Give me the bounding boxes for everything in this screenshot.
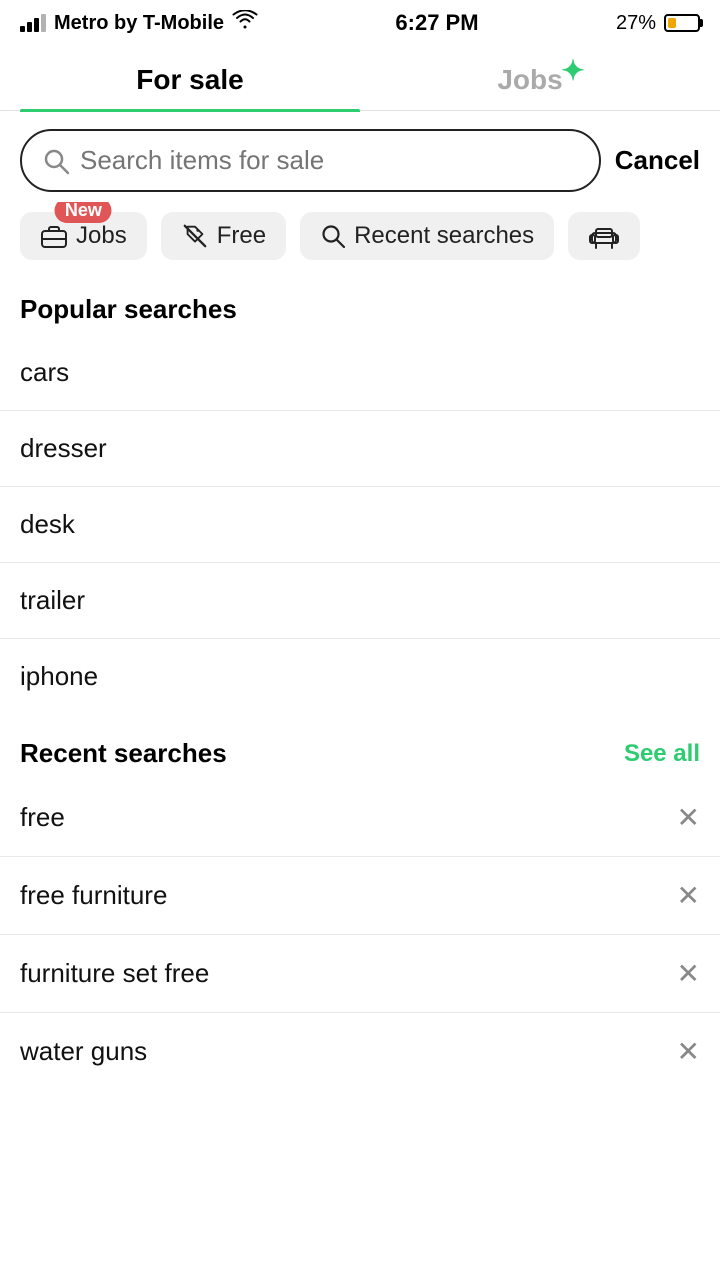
new-badge: New (55, 202, 112, 223)
sparkle-icon: ✦ (561, 54, 584, 87)
popular-searches-title: Popular searches (0, 270, 720, 335)
search-icon (42, 147, 70, 175)
tab-jobs[interactable]: Jobs ✦ (360, 46, 700, 110)
popular-search-cars[interactable]: cars (0, 335, 720, 411)
chip-recent-label: Recent searches (354, 222, 534, 250)
remove-furniture-set-free-button[interactable]: ✕ (677, 957, 700, 990)
status-bar: Metro by T-Mobile 6:27 PM 27% (0, 0, 720, 42)
popular-search-iphone[interactable]: iphone (0, 639, 720, 714)
chip-jobs[interactable]: New Jobs (20, 212, 147, 260)
popular-search-desk[interactable]: desk (0, 487, 720, 563)
wifi-icon (232, 10, 258, 36)
tab-for-sale[interactable]: For sale (20, 46, 360, 110)
status-right: 27% (616, 12, 700, 35)
recent-search-free[interactable]: free ✕ (0, 779, 720, 857)
remove-free-furniture-button[interactable]: ✕ (677, 879, 700, 912)
chip-recent-searches[interactable]: Recent searches (300, 212, 554, 260)
status-time: 6:27 PM (395, 10, 478, 36)
recent-searches-header: Recent searches See all (0, 714, 720, 779)
recent-search-furniture-set-free[interactable]: furniture set free ✕ (0, 935, 720, 1013)
battery-icon (664, 14, 700, 32)
search-input-wrap[interactable] (20, 129, 601, 192)
remove-free-button[interactable]: ✕ (677, 801, 700, 834)
status-left: Metro by T-Mobile (20, 10, 258, 36)
popular-searches-list: cars dresser desk trailer iphone (0, 335, 720, 714)
recent-search-free-furniture[interactable]: free furniture ✕ (0, 857, 720, 935)
search-row: Cancel (0, 111, 720, 202)
chip-jobs-label: Jobs (76, 222, 127, 250)
chip-furniture[interactable] (568, 212, 640, 260)
briefcase-icon (40, 223, 68, 249)
tab-bar: For sale Jobs ✦ (0, 46, 720, 111)
carrier-label: Metro by T-Mobile (54, 12, 224, 35)
search-chip-icon (320, 223, 346, 249)
battery-percent: 27% (616, 12, 656, 35)
sofa-icon (588, 223, 620, 249)
popular-search-trailer[interactable]: trailer (0, 563, 720, 639)
remove-water-guns-button[interactable]: ✕ (677, 1035, 700, 1068)
jobs-sparkle-wrapper: Jobs ✦ (497, 64, 562, 96)
tag-slash-icon (181, 223, 209, 249)
cancel-button[interactable]: Cancel (615, 145, 700, 176)
see-all-link[interactable]: See all (624, 740, 700, 768)
chips-row: New Jobs Free Recent searches (0, 202, 720, 270)
recent-searches-list: free ✕ free furniture ✕ furniture set fr… (0, 779, 720, 1090)
search-input[interactable] (80, 145, 579, 176)
chip-free-label: Free (217, 222, 266, 250)
recent-search-water-guns[interactable]: water guns ✕ (0, 1013, 720, 1090)
chip-free[interactable]: Free (161, 212, 286, 260)
recent-searches-title: Recent searches (20, 738, 227, 769)
signal-bars-icon (20, 14, 46, 32)
popular-search-dresser[interactable]: dresser (0, 411, 720, 487)
